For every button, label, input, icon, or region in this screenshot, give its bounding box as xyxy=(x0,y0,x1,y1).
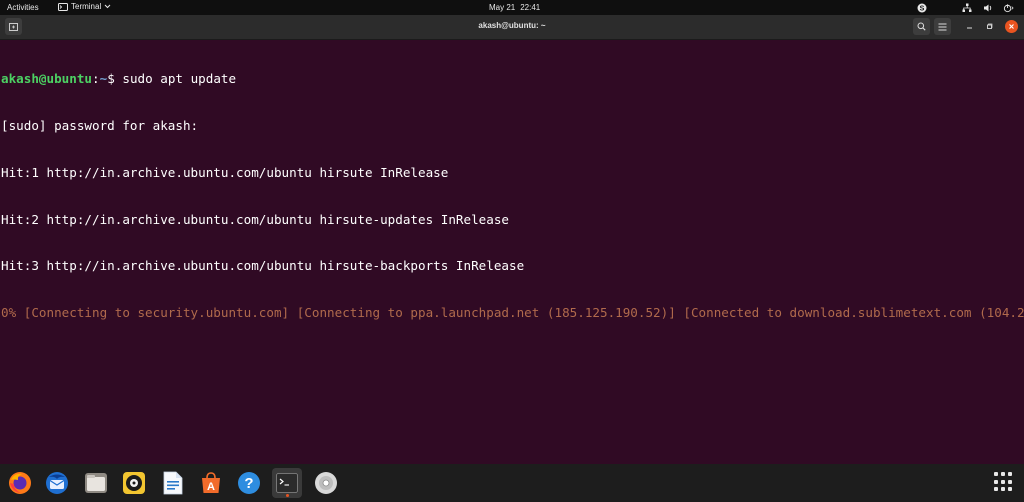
svg-text:S: S xyxy=(919,5,924,12)
dock-rhythmbox[interactable] xyxy=(119,468,149,498)
menu-button[interactable] xyxy=(934,18,951,35)
power-icon[interactable] xyxy=(1003,2,1014,13)
command-line: akash@ubuntu:~$ sudo apt update xyxy=(1,71,1024,87)
dock-software[interactable]: A xyxy=(196,468,226,498)
clock-date: May 21 xyxy=(489,3,516,12)
app-menu[interactable]: Terminal xyxy=(58,2,111,11)
skype-icon[interactable]: S xyxy=(916,2,927,13)
search-button[interactable] xyxy=(913,18,930,35)
rhythmbox-icon xyxy=(123,472,145,494)
network-icon[interactable] xyxy=(961,2,972,13)
activities-button[interactable]: Activities xyxy=(7,3,39,12)
dock-files[interactable] xyxy=(81,468,111,498)
prompt-separator: : xyxy=(92,71,100,87)
prompt-user: akash@ubuntu xyxy=(1,71,92,87)
dock-disc[interactable] xyxy=(311,468,341,498)
terminal-small-icon xyxy=(58,2,68,11)
grid-dot xyxy=(994,472,998,476)
clock[interactable]: May 21 22:41 xyxy=(489,3,540,12)
volume-icon[interactable] xyxy=(982,2,993,13)
dock-thunderbird[interactable] xyxy=(42,468,72,498)
firefox-icon xyxy=(9,472,31,494)
grid-dot xyxy=(1001,487,1005,492)
dock-help[interactable]: ? xyxy=(234,468,264,498)
terminal-headerbar: akash@ubuntu: ~ xyxy=(0,15,1024,40)
svg-text:?: ? xyxy=(244,475,253,492)
minimize-button[interactable] xyxy=(963,20,976,33)
output-line: Hit:2 http://in.archive.ubuntu.com/ubunt… xyxy=(1,211,509,227)
libreoffice-writer-icon xyxy=(163,471,183,495)
grid-dot xyxy=(1001,479,1005,484)
grid-dot xyxy=(1001,472,1005,476)
restore-icon xyxy=(987,23,993,29)
top-bar: Activities Terminal May 21 22:41 S xyxy=(0,0,1024,15)
grid-dot xyxy=(1008,479,1012,484)
progress-line: 0% [Connecting to security.ubuntu.com] [… xyxy=(1,305,1024,321)
system-tray: S xyxy=(916,2,1014,13)
files-icon xyxy=(85,473,107,493)
maximize-button[interactable] xyxy=(983,20,996,33)
search-icon xyxy=(917,22,926,31)
grid-dot xyxy=(1008,472,1012,476)
output-line: Hit:3 http://in.archive.ubuntu.com/ubunt… xyxy=(1,258,525,274)
app-menu-label: Terminal xyxy=(71,2,102,11)
grid-dot xyxy=(994,479,998,484)
help-icon: ? xyxy=(238,472,260,494)
close-icon xyxy=(1009,24,1014,29)
dock: A ? xyxy=(0,464,1024,502)
svg-text:A: A xyxy=(207,481,215,493)
chevron-down-icon xyxy=(104,4,111,9)
clock-time: 22:41 xyxy=(520,3,541,12)
grid-dot xyxy=(994,487,998,492)
software-center-icon: A xyxy=(202,472,220,493)
dock-terminal[interactable] xyxy=(272,468,302,498)
output-line: [sudo] password for akash: xyxy=(1,117,199,133)
disc-icon xyxy=(315,472,337,494)
command-text: sudo apt update xyxy=(122,71,237,87)
hamburger-icon xyxy=(938,23,947,30)
window-title: akash@ubuntu: ~ xyxy=(478,21,546,30)
running-indicator xyxy=(285,494,289,497)
output-line: Hit:1 http://in.archive.ubuntu.com/ubunt… xyxy=(1,164,449,180)
terminal-output[interactable]: akash@ubuntu:~$ sudo apt update [sudo] p… xyxy=(0,40,1024,464)
minimize-icon xyxy=(967,27,972,29)
close-button[interactable] xyxy=(1005,20,1018,33)
prompt-dollar: $ xyxy=(107,71,123,87)
show-applications-button[interactable] xyxy=(994,472,1014,492)
dock-firefox[interactable] xyxy=(5,468,35,498)
thunderbird-icon xyxy=(46,472,68,494)
terminal-icon xyxy=(276,473,298,493)
grid-dot xyxy=(1008,487,1012,492)
dock-writer[interactable] xyxy=(158,468,188,498)
